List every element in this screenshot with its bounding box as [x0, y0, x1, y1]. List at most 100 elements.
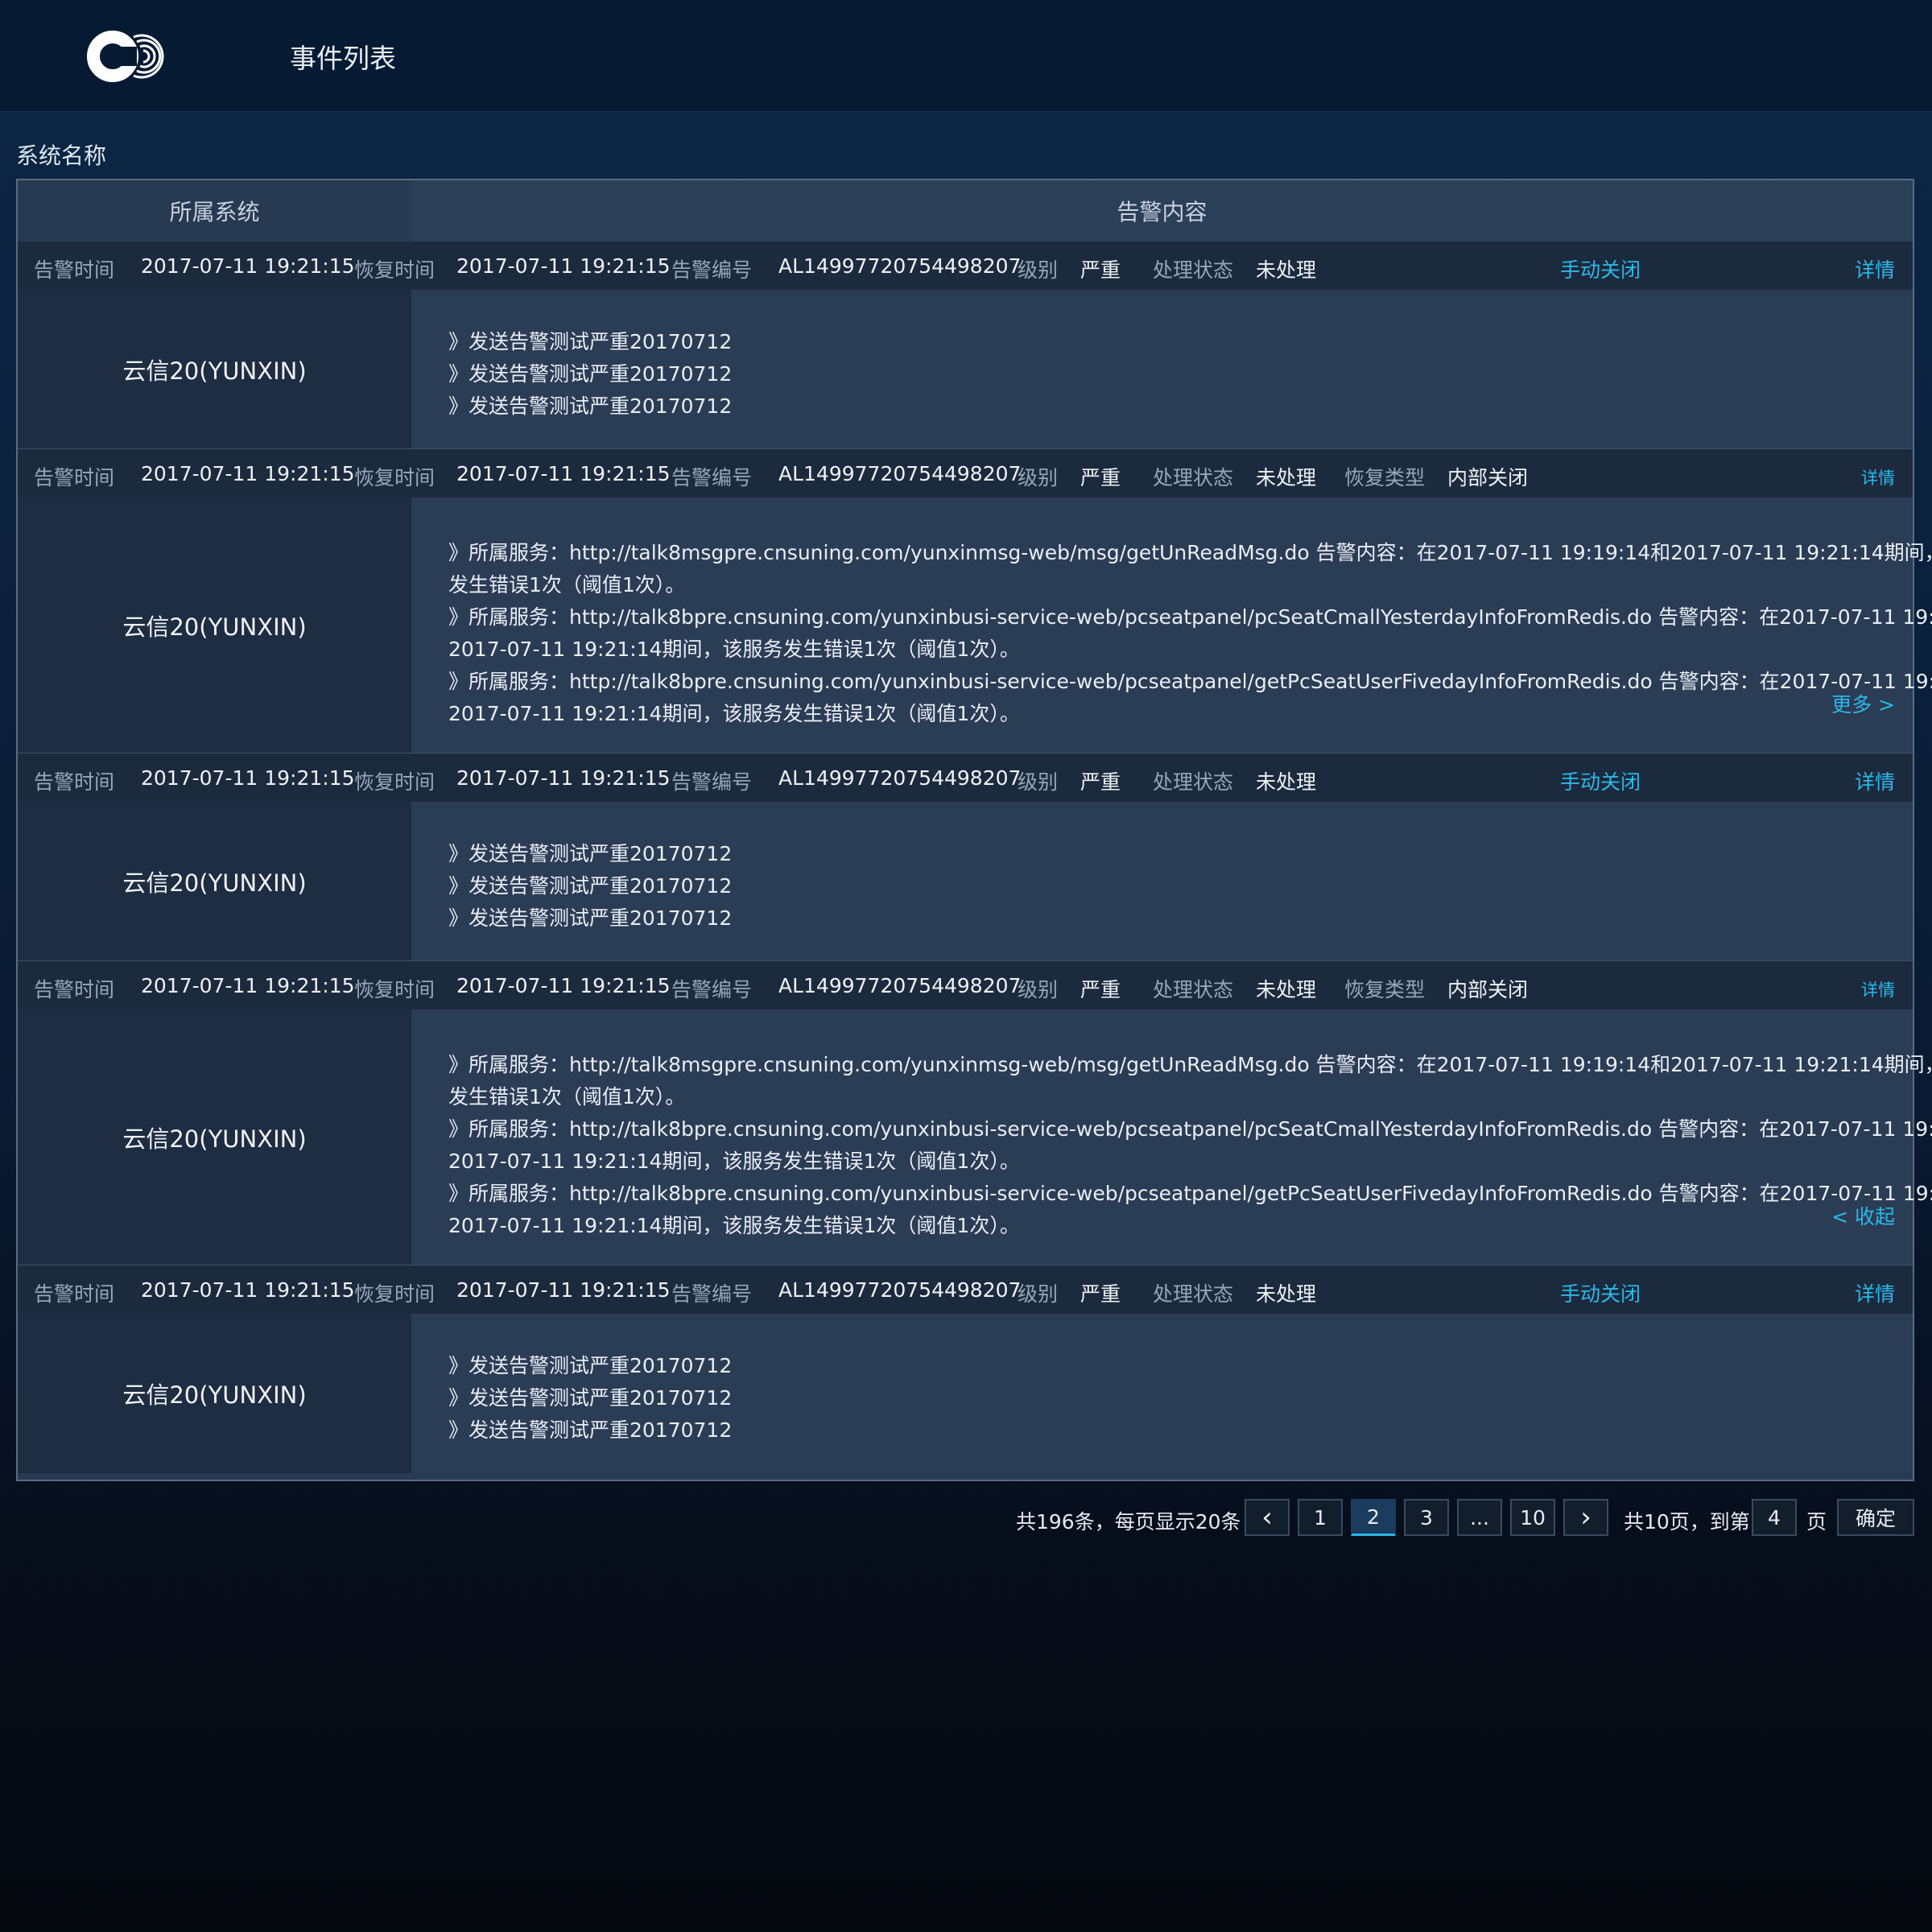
detail-link[interactable]: 详情	[1855, 254, 1895, 283]
record-meta-row: 告警时间 2017-07-11 19:21:15 恢复时间 2017-07-11 19…	[18, 753, 1913, 802]
page-ellipsis-button[interactable]: ...	[1457, 1499, 1502, 1536]
record-meta-row: 告警时间 2017-07-11 19:21:15 恢复时间 2017-07-11 19…	[18, 242, 1913, 290]
manual-close-button[interactable]: 手动关闭	[1560, 766, 1641, 795]
recover-time-label: 恢复时间	[354, 1282, 436, 1306]
table-header: 所属系统 告警内容	[18, 180, 1913, 243]
level-value: 严重	[1080, 466, 1121, 489]
status-label: 处理状态	[1153, 770, 1234, 794]
manual-close-button[interactable]: 手动关闭	[1560, 1278, 1641, 1307]
goto-page-input[interactable]: 4	[1752, 1499, 1797, 1536]
alert-content-line: 》发送告警测试严重20170712	[448, 330, 733, 353]
alert-content-line: 》发送告警测试严重20170712	[448, 362, 733, 386]
alert-no-label: 告警编号	[671, 258, 753, 282]
event-record: 告警时间 2017-07-11 19:21:15 恢复时间 2017-07-11 19…	[18, 1265, 1913, 1473]
recover-type-value: 内部关闭	[1447, 978, 1529, 1001]
brand-logo-icon	[87, 31, 164, 82]
alert-no-value: AL14997720754498207	[778, 974, 1022, 997]
recover-time-value: 2017-07-11 19:21:15	[456, 1278, 671, 1302]
alert-content-line: 》发送告警测试严重20170712	[448, 1418, 733, 1442]
expand-more-link[interactable]: 更多 >	[1831, 689, 1895, 721]
level-label: 级别	[1018, 466, 1059, 489]
alert-time-value: 2017-07-11 19:21:15	[141, 974, 355, 997]
level-value: 严重	[1080, 978, 1121, 1001]
system-name-cell: 云信20(YUNXIN)	[18, 1314, 411, 1473]
recover-type-value: 内部关闭	[1447, 466, 1529, 489]
alert-content-cell: 》发送告警测试严重20170712 》发送告警测试严重20170712 》发送告警测…	[411, 1314, 1913, 1473]
detail-link[interactable]: 详情	[1855, 1278, 1895, 1307]
page-button-1[interactable]: 1	[1298, 1499, 1343, 1536]
page-button-10[interactable]: 10	[1510, 1499, 1555, 1536]
recover-type-label: 恢复类型	[1344, 466, 1426, 489]
alert-content-line: 发生错误1次（阈值1次）。	[448, 573, 686, 597]
status-label: 处理状态	[1153, 1282, 1234, 1306]
detail-link[interactable]: 详情	[1855, 766, 1895, 795]
system-name-cell: 云信20(YUNXIN)	[18, 497, 411, 753]
alert-content-line: 2017-07-11 19:21:14期间，该服务发生错误1次（阈值1次）。	[448, 702, 1020, 725]
system-name-cell: 云信20(YUNXIN)	[18, 802, 411, 961]
alert-content-line: 》发送告警测试严重20170712	[448, 394, 733, 418]
alert-time-label: 告警时间	[34, 1282, 115, 1306]
alert-content-cell: 》发送告警测试严重20170712 》发送告警测试严重20170712 》发送告警测…	[411, 290, 1913, 449]
recover-time-value: 2017-07-11 19:21:15	[456, 974, 671, 997]
detail-link[interactable]: 详情	[1861, 977, 1895, 1001]
status-value: 未处理	[1256, 258, 1317, 282]
alert-content-line: 》发送告警测试严重20170712	[448, 874, 733, 898]
alert-time-value: 2017-07-11 19:21:15	[141, 462, 355, 485]
level-label: 级别	[1018, 770, 1059, 794]
alert-content-line: 2017-07-11 19:21:14期间，该服务发生错误1次（阈值1次）。	[448, 1214, 1020, 1237]
status-value: 未处理	[1256, 466, 1317, 489]
manual-close-button[interactable]: 手动关闭	[1560, 254, 1641, 283]
alert-no-value: AL14997720754498207	[778, 462, 1022, 485]
alert-content-cell: 》所属服务：http://talk8msgpre.cnsuning.com/yu…	[411, 1009, 1932, 1265]
alert-content-line: 》所属服务：http://talk8msgpre.cnsuning.com/yu…	[448, 1053, 1932, 1076]
collapse-link[interactable]: < 收起	[1831, 1201, 1895, 1233]
level-label: 级别	[1018, 258, 1059, 282]
event-record: 告警时间 2017-07-11 19:21:15 恢复时间 2017-07-11 19…	[18, 449, 1932, 754]
record-meta-row: 告警时间 2017-07-11 19:21:15 恢复时间 2017-07-11 19…	[18, 961, 1913, 1009]
page-button-3[interactable]: 3	[1404, 1499, 1449, 1536]
level-label: 级别	[1018, 1282, 1059, 1306]
recover-time-value: 2017-07-11 19:21:15	[456, 462, 671, 485]
alert-content-line: 》发送告警测试严重20170712	[448, 906, 733, 930]
status-value: 未处理	[1256, 770, 1317, 794]
section-title: 系统名称	[16, 142, 107, 169]
alert-time-label: 告警时间	[34, 466, 115, 489]
alert-time-value: 2017-07-11 19:21:15	[141, 1278, 355, 1302]
alert-content-line: 发生错误1次（阈值1次）。	[448, 1085, 686, 1108]
status-label: 处理状态	[1153, 466, 1234, 489]
recover-time-value: 2017-07-11 19:21:15	[456, 766, 671, 790]
level-value: 严重	[1080, 258, 1121, 282]
next-page-button[interactable]: ›	[1563, 1499, 1608, 1536]
record-meta-row: 告警时间 2017-07-11 19:21:15 恢复时间 2017-07-11 19…	[18, 449, 1913, 497]
alert-time-value: 2017-07-11 19:21:15	[141, 254, 355, 278]
detail-link[interactable]: 详情	[1861, 465, 1895, 489]
status-value: 未处理	[1256, 978, 1317, 1001]
recover-time-label: 恢复时间	[354, 258, 436, 282]
level-label: 级别	[1018, 978, 1059, 1001]
confirm-button[interactable]: 确定	[1837, 1499, 1914, 1536]
alert-content-line: 2017-07-11 19:21:14期间，该服务发生错误1次（阈值1次）。	[448, 1150, 1020, 1173]
status-value: 未处理	[1256, 1282, 1317, 1306]
status-label: 处理状态	[1153, 258, 1234, 282]
alert-content-line: 》所属服务：http://talk8bpre.cnsuning.com/yunx…	[448, 1117, 1932, 1141]
level-value: 严重	[1080, 1282, 1121, 1306]
prev-page-button[interactable]: ‹	[1245, 1499, 1290, 1536]
event-record: 告警时间 2017-07-11 19:21:15 恢复时间 2017-07-11 19…	[18, 242, 1913, 450]
alert-time-value: 2017-07-11 19:21:15	[141, 766, 355, 790]
page-button-2-current[interactable]: 2	[1351, 1499, 1396, 1536]
event-record: 告警时间 2017-07-11 19:21:15 恢复时间 2017-07-11 19…	[18, 753, 1913, 962]
chevron-left-icon: ‹	[1261, 1501, 1273, 1534]
alert-no-value: AL14997720754498207	[778, 766, 1022, 790]
alert-content-line: 2017-07-11 19:21:14期间，该服务发生错误1次（阈值1次）。	[448, 638, 1020, 661]
alert-content-line: 》所属服务：http://talk8bpre.cnsuning.com/yunx…	[448, 1182, 1932, 1205]
alert-time-label: 告警时间	[34, 978, 115, 1001]
alert-no-value: AL14997720754498207	[778, 1278, 1022, 1302]
system-name-cell: 云信20(YUNXIN)	[18, 1009, 411, 1265]
event-record: 告警时间 2017-07-11 19:21:15 恢复时间 2017-07-11 19…	[18, 961, 1932, 1266]
recover-time-label: 恢复时间	[354, 466, 436, 489]
alert-content-line: 》所属服务：http://talk8bpre.cnsuning.com/yunx…	[448, 670, 1932, 693]
alert-time-label: 告警时间	[34, 770, 115, 794]
event-table: 所属系统 告警内容 告警时间 2017-07-11 19:21:15 恢复时间 201…	[16, 179, 1932, 1481]
pagination-summary: 共196条，每页显示20条	[1016, 1510, 1241, 1534]
page-title: 事件列表	[290, 43, 396, 74]
